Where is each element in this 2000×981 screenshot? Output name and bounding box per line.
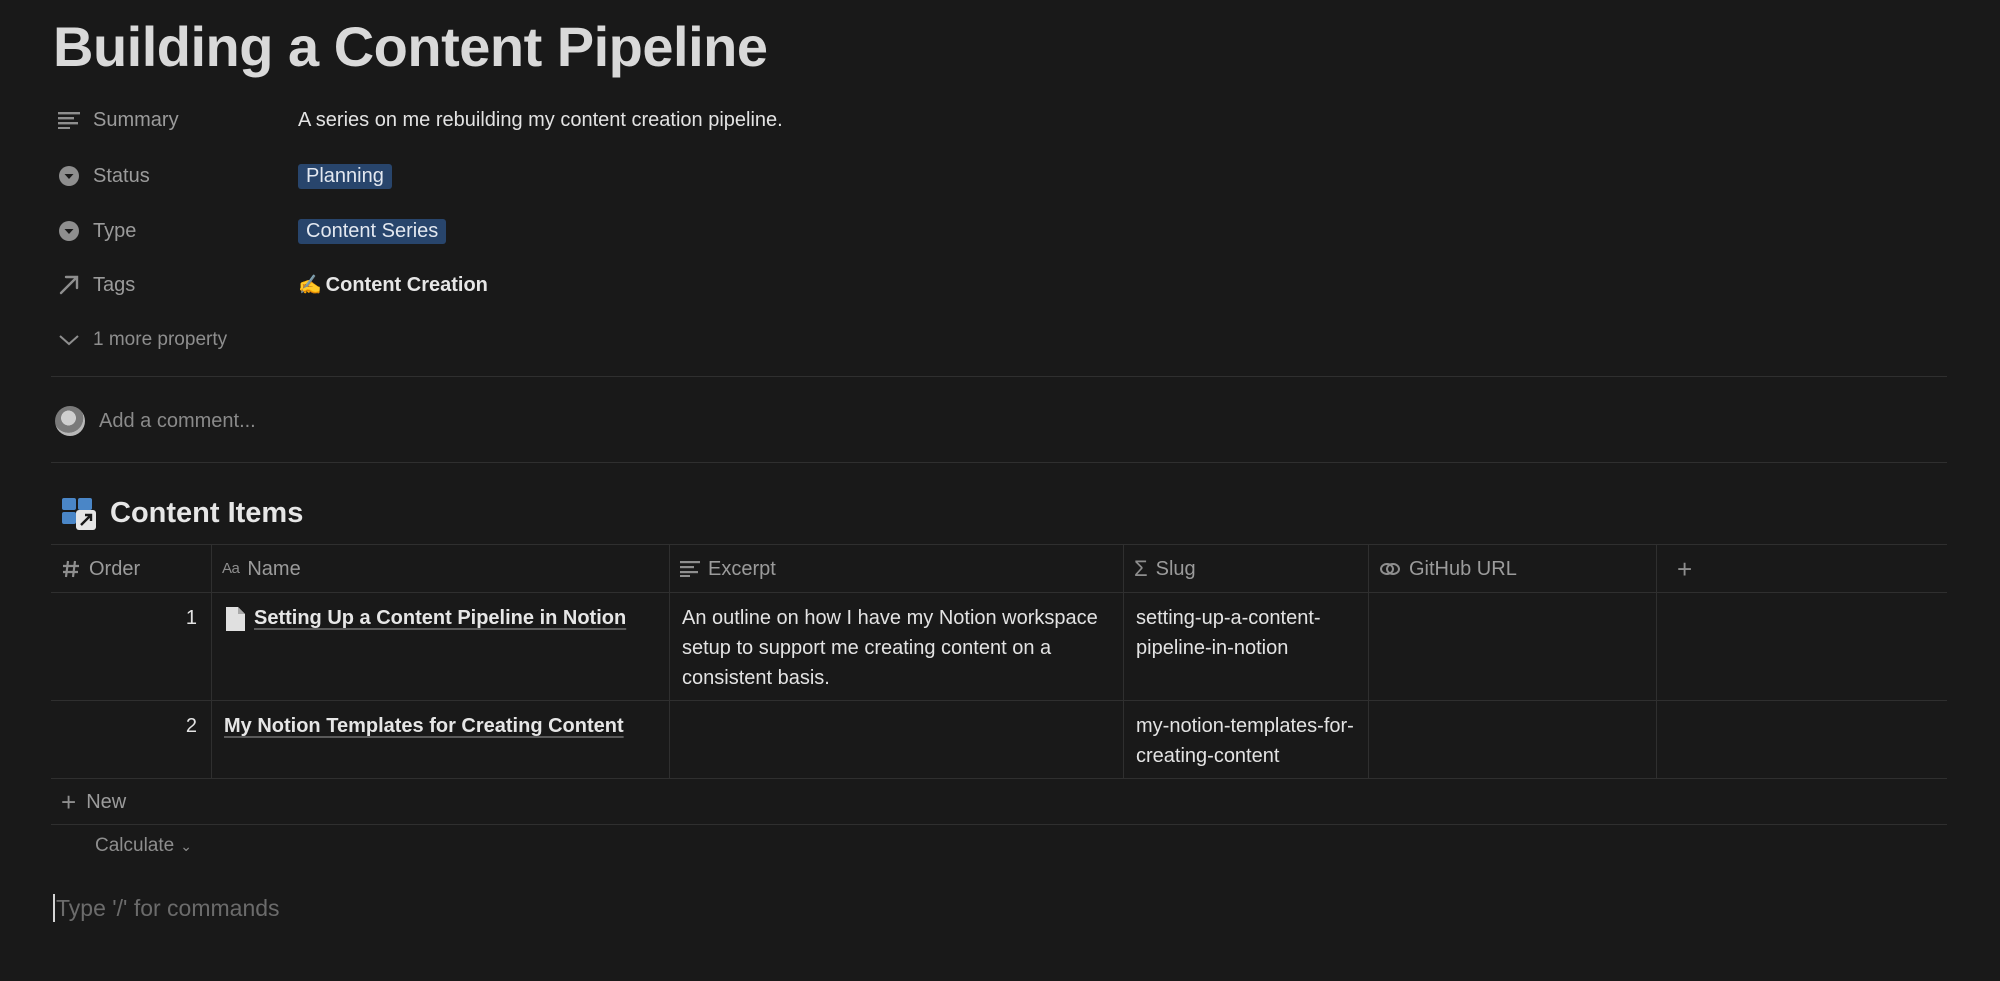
divider — [51, 376, 1947, 377]
title-icon: Aa — [222, 559, 240, 577]
add-column-button[interactable]: + — [1657, 545, 1947, 592]
page-title[interactable]: Building a Content Pipeline — [53, 14, 768, 79]
column-label: Slug — [1155, 557, 1196, 580]
column-header-excerpt[interactable]: Excerpt — [670, 545, 1124, 592]
writing-hand-icon: ✍️ — [298, 275, 322, 296]
calculate-label: Calculate — [95, 835, 175, 856]
notion-page: Building a Content Pipeline Summary A se… — [0, 0, 2000, 981]
excerpt-cell[interactable]: An outline on how I have my Notion works… — [670, 593, 1124, 700]
tags-value[interactable]: ✍️ Content Creation — [298, 273, 488, 297]
table-row[interactable]: 2 My Notion Templates for Creating Conte… — [51, 701, 1947, 779]
github-url-cell[interactable] — [1369, 593, 1657, 700]
property-summary[interactable]: Summary A series on me rebuilding my con… — [55, 100, 783, 140]
github-url-cell[interactable] — [1369, 701, 1657, 778]
relation-arrow-icon — [55, 271, 83, 299]
property-label: Status — [93, 164, 150, 187]
page-icon — [224, 606, 246, 632]
order-cell[interactable]: 1 — [51, 593, 212, 700]
database-header: Content Items — [60, 493, 303, 533]
status-tag[interactable]: Planning — [298, 163, 392, 189]
database-table: Order Aa Name Excerpt Σ Slug GitHub URL … — [51, 544, 1947, 779]
editor-placeholder[interactable]: Type '/' for commands — [56, 895, 280, 922]
chevron-down-icon — [55, 326, 83, 354]
type-value[interactable]: Content Series — [298, 218, 447, 244]
table-row[interactable]: 1 Setting Up a Content Pipeline in Notio… — [51, 593, 1947, 701]
text-caret — [53, 894, 55, 922]
excerpt-cell[interactable] — [670, 701, 1124, 778]
column-label: Order — [89, 557, 141, 580]
table-header-row: Order Aa Name Excerpt Σ Slug GitHub URL … — [51, 544, 1947, 593]
new-row-button[interactable]: + New — [51, 780, 1947, 825]
name-cell[interactable]: My Notion Templates for Creating Content — [212, 701, 670, 778]
empty-cell — [1657, 701, 1947, 778]
more-property-toggle[interactable]: 1 more property — [55, 320, 227, 360]
editor-block[interactable]: Type '/' for commands — [53, 894, 280, 922]
url-link-icon — [1379, 560, 1401, 578]
calculate-button[interactable]: Calculate ⌄ — [95, 835, 192, 857]
comment-bar[interactable]: Add a comment... — [55, 404, 256, 438]
page-link[interactable]: Setting Up a Content Pipeline in Notion — [254, 603, 626, 633]
chevron-down-icon: ⌄ — [180, 837, 192, 854]
plus-icon: + — [61, 787, 77, 817]
column-label: GitHub URL — [1409, 557, 1517, 580]
comment-input[interactable]: Add a comment... — [99, 410, 256, 433]
avatar — [55, 406, 85, 436]
tag-link[interactable]: Content Creation — [326, 274, 488, 296]
column-label: Excerpt — [708, 557, 776, 580]
order-cell[interactable]: 2 — [51, 701, 212, 778]
select-icon — [55, 217, 83, 245]
column-header-slug[interactable]: Σ Slug — [1124, 545, 1369, 592]
number-icon — [61, 559, 81, 579]
property-status[interactable]: Status Planning — [55, 156, 392, 196]
page-link[interactable]: My Notion Templates for Creating Content — [224, 711, 624, 741]
property-label: Summary — [93, 108, 179, 131]
column-label: Name — [247, 557, 301, 580]
database-linked-icon — [60, 494, 98, 532]
property-label: Tags — [93, 273, 136, 296]
property-tags[interactable]: Tags ✍️ Content Creation — [55, 265, 488, 305]
summary-value[interactable]: A series on me rebuilding my content cre… — [298, 109, 783, 132]
text-lines-icon — [680, 560, 700, 577]
property-label: Type — [93, 219, 137, 242]
select-icon — [55, 162, 83, 190]
database-title[interactable]: Content Items — [110, 497, 303, 530]
slug-cell[interactable]: my-notion-templates-for-creating-content — [1124, 701, 1369, 778]
text-lines-icon — [55, 106, 83, 134]
empty-cell — [1657, 593, 1947, 700]
formula-icon: Σ — [1134, 555, 1148, 581]
column-header-name[interactable]: Aa Name — [212, 545, 670, 592]
slug-cell[interactable]: setting-up-a-content-pipeline-in-notion — [1124, 593, 1369, 700]
column-header-github-url[interactable]: GitHub URL — [1369, 545, 1657, 592]
more-property-label: 1 more property — [93, 329, 228, 350]
name-cell[interactable]: Setting Up a Content Pipeline in Notion — [212, 593, 670, 700]
status-value[interactable]: Planning — [298, 163, 392, 189]
column-header-order[interactable]: Order — [51, 545, 212, 592]
type-tag[interactable]: Content Series — [298, 218, 447, 244]
property-type[interactable]: Type Content Series — [55, 211, 447, 251]
new-row-label: New — [86, 790, 127, 813]
divider — [51, 462, 1947, 463]
